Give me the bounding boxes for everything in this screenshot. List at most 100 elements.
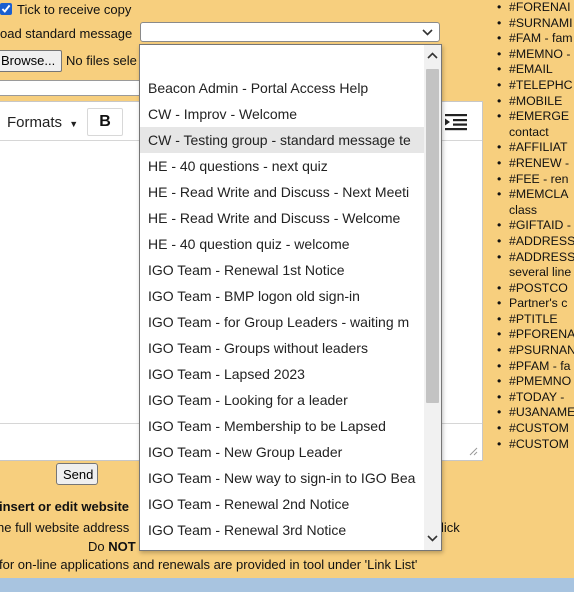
token-item: #SURNAMI — [497, 16, 574, 32]
dropdown-option[interactable]: Beacon Admin - Portal Access Help — [140, 75, 424, 101]
token-item: #PSURNAN — [497, 343, 574, 359]
help-heading: insert or edit website — [0, 499, 130, 514]
token-item: #PTITLE — [497, 312, 574, 328]
dropdown-option[interactable]: IGO Team - New Group Leader — [140, 439, 424, 465]
token-item: #EMAIL — [497, 62, 574, 78]
token-item: #PFAM - fa — [497, 359, 574, 375]
token-text: #PTITLE — [509, 311, 558, 326]
token-text: #PFAM - fa — [509, 358, 571, 373]
dropdown-option[interactable]: IGO Team - Renewal 1st Notice — [140, 257, 424, 283]
help-text-tail: lick — [441, 520, 460, 535]
token-text: #CUSTOM — [509, 436, 569, 451]
dropdown-option[interactable]: IGO Team - BMP logon old sign-in — [140, 283, 424, 309]
resize-handle-icon[interactable] — [468, 446, 478, 456]
token-text: #EMAIL — [509, 62, 553, 77]
token-item: #FAM - fam — [497, 31, 574, 47]
load-standard-message-label: oad standard message — [0, 26, 133, 41]
token-item: #ADDRESS — [497, 234, 574, 250]
scrollbar-thumb[interactable] — [426, 69, 439, 403]
scroll-down-icon[interactable] — [424, 528, 441, 550]
token-item: #ADDRESSseveral line — [497, 250, 574, 281]
chevron-down-icon — [422, 29, 433, 36]
token-item: #POSTCO — [497, 281, 574, 297]
token-text: #U3ANAME — [509, 405, 574, 420]
token-text: #SURNAMI — [509, 15, 573, 30]
token-item: #TELEPHC — [497, 78, 574, 94]
token-text: #POSTCO — [509, 280, 568, 295]
browse-button[interactable]: Browse... — [0, 50, 63, 72]
token-text: #ADDRESS — [509, 249, 574, 264]
send-button[interactable]: Send — [56, 463, 98, 485]
dropdown-option[interactable]: IGO Team - Membership to be Lapsed — [140, 413, 424, 439]
indent-icon[interactable] — [443, 112, 469, 132]
token-text: #PFORENA — [509, 327, 574, 342]
dropdown-option[interactable]: IGO Team - Renewal 3rd Notice — [140, 517, 424, 543]
token-item: #PMEMNO — [497, 374, 574, 390]
token-text: #MEMCLA — [509, 187, 569, 202]
token-text: Partner's c — [509, 296, 568, 311]
token-item: #MEMCLAclass — [497, 187, 574, 218]
dropdown-option[interactable]: IGO Team - Groups without leaders — [140, 335, 424, 361]
dropdown-option[interactable]: HE - Read Write and Discuss - Next Meeti — [140, 179, 424, 205]
formats-menu-button[interactable]: Formats ▼ — [7, 114, 78, 131]
token-item: Partner's c — [497, 296, 574, 312]
standard-message-dropdown[interactable]: Beacon Admin - Portal Access Help CW - Im… — [139, 44, 442, 551]
token-text: #EMERGE — [509, 109, 570, 124]
token-text: #MOBILE — [509, 93, 563, 108]
token-text: #ADDRESS — [509, 233, 574, 248]
receive-copy-checkbox[interactable] — [0, 3, 12, 15]
bottom-bar — [0, 578, 574, 592]
token-text: #GIFTAID - — [509, 218, 571, 233]
token-text: contact — [509, 124, 549, 139]
dropdown-scrollbar[interactable] — [424, 45, 441, 550]
token-text: #TODAY - — [509, 389, 565, 404]
token-text: #AFFILIAT — [509, 140, 568, 155]
dropdown-option[interactable]: HE - 40 questions - next quiz — [140, 153, 424, 179]
token-text: #RENEW - — [509, 155, 570, 170]
dropdown-option[interactable]: CW - Improv - Welcome — [140, 101, 424, 127]
subject-input[interactable] — [0, 80, 148, 96]
token-item: #MEMNO - — [497, 47, 574, 63]
formats-label: Formats — [7, 114, 63, 131]
token-item: #AFFILIAT — [497, 140, 574, 156]
receive-copy-row: Tick to receive copy — [0, 0, 131, 18]
token-item: #FEE - ren — [497, 172, 574, 188]
token-item: #U3ANAME — [497, 405, 574, 421]
token-item: #EMERGEcontact — [497, 109, 574, 140]
help-warning-prefix: Do — [88, 539, 105, 554]
help-warning-bold: NOT — [108, 539, 136, 554]
help-link-list-note: for on-line applications and renewals ar… — [0, 557, 418, 572]
caret-down-icon: ▼ — [69, 119, 79, 129]
token-item: #PFORENA — [497, 327, 574, 343]
receive-copy-label: Tick to receive copy — [17, 1, 132, 17]
dropdown-option[interactable]: IGO Team - Lapsed 2023 — [140, 361, 424, 387]
dropdown-option[interactable]: CW - Testing group - standard message te — [140, 127, 424, 153]
help-text-line: he full website address — [0, 520, 130, 535]
token-text: #PMEMNO — [509, 374, 572, 389]
token-text: #TELEPHC — [509, 77, 573, 92]
token-item: #RENEW - — [497, 156, 574, 172]
token-item: #CUSTOM — [497, 437, 574, 453]
help-warning: Do NOT — [88, 539, 136, 554]
token-text: #FORENAI — [509, 0, 571, 14]
no-files-selected-label: No files sele — [66, 53, 137, 68]
token-text: #FEE - ren — [509, 171, 569, 186]
token-text: #CUSTOM — [509, 421, 569, 436]
dropdown-option[interactable]: IGO Team - Looking for a leader — [140, 387, 424, 413]
token-text: #FAM - fam — [509, 31, 573, 46]
scroll-up-icon[interactable] — [424, 45, 441, 67]
dropdown-option[interactable]: IGO Team - Renewal 2nd Notice — [140, 491, 424, 517]
standard-message-select[interactable] — [140, 22, 440, 42]
bold-button[interactable]: B — [87, 108, 123, 136]
dropdown-option[interactable]: IGO Team - New way to sign-in to IGO Bea — [140, 465, 424, 491]
dropdown-option[interactable]: IGO Team - for Group Leaders - waiting m — [140, 309, 424, 335]
token-item: #GIFTAID - — [497, 218, 574, 234]
dropdown-option[interactable]: HE - Read Write and Discuss - Welcome — [140, 205, 424, 231]
merge-token-list: #FORENAI#SURNAMI#FAM - fam#MEMNO -#EMAIL… — [497, 0, 574, 452]
token-item: #CUSTOM — [497, 421, 574, 437]
token-item: #FORENAI — [497, 0, 574, 16]
token-text: class — [509, 202, 538, 217]
token-text: #PSURNAN — [509, 343, 574, 358]
dropdown-option[interactable]: HE - 40 question quiz - welcome — [140, 231, 424, 257]
token-text: #MEMNO - — [509, 46, 571, 61]
